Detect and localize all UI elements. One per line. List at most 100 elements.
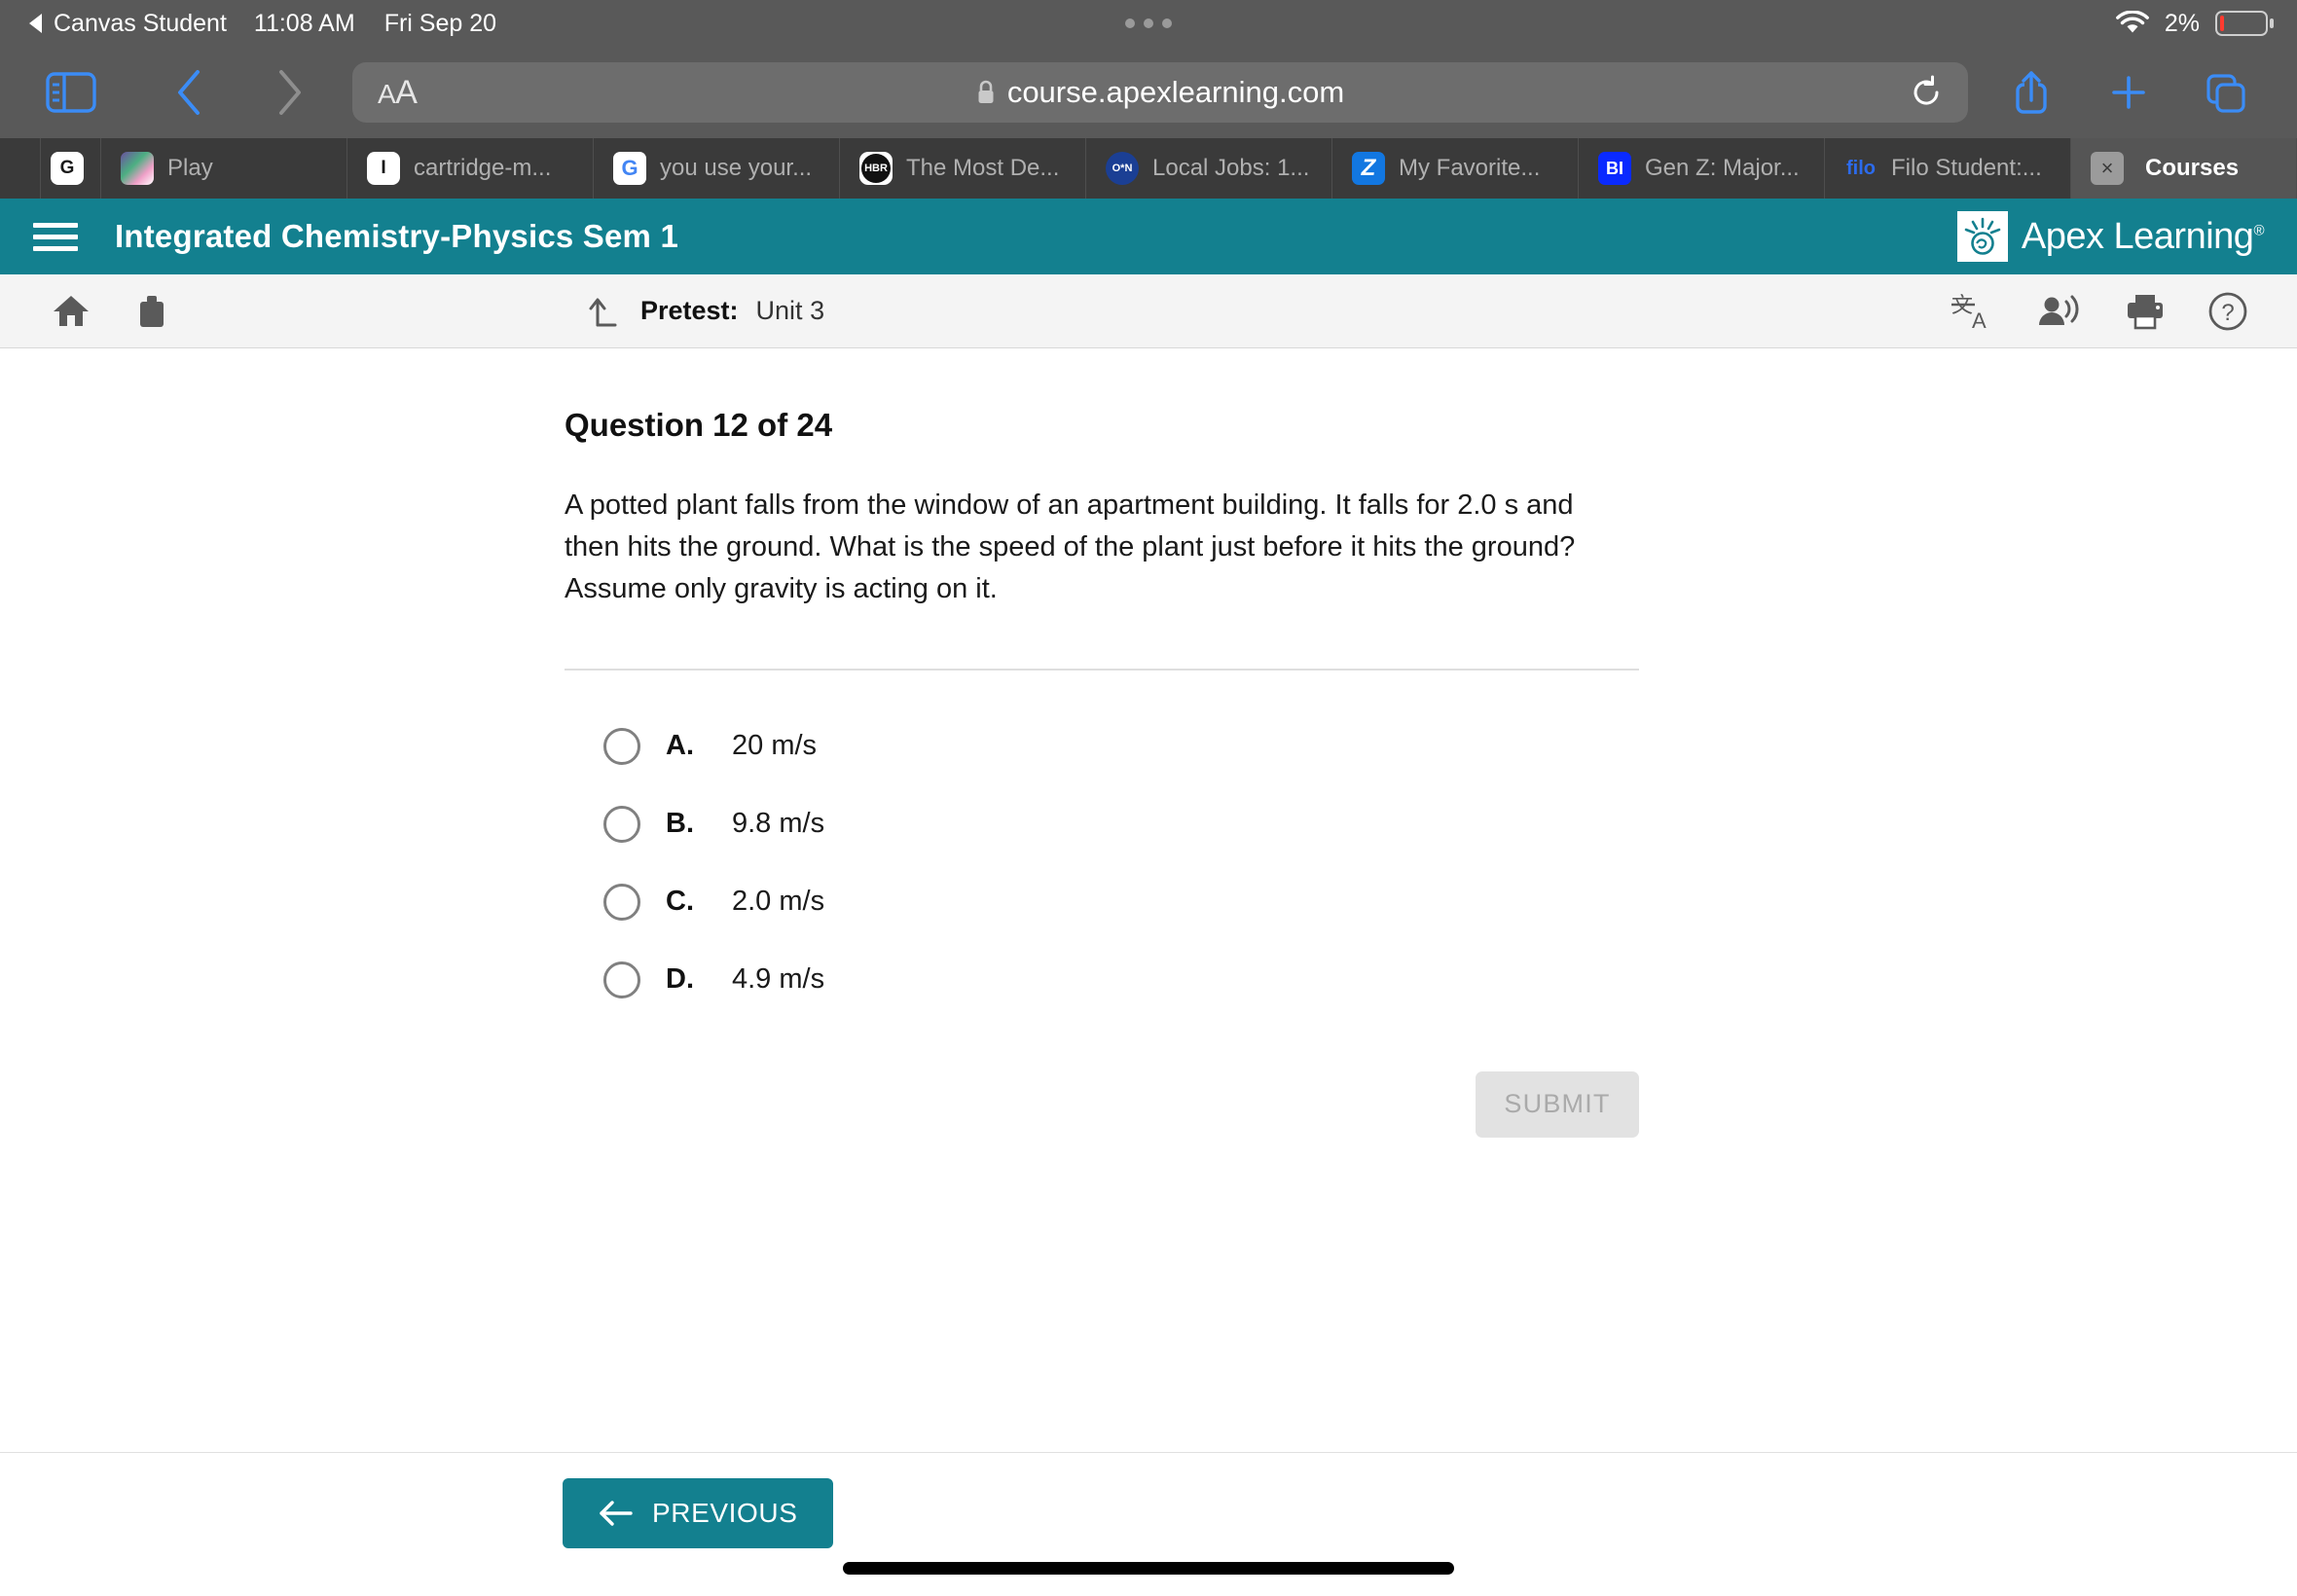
svg-text:A: A (1972, 308, 1987, 332)
print-icon[interactable] (2124, 292, 2167, 331)
browser-tab[interactable]: BI Gen Z: Major... (1579, 138, 1825, 199)
page-title: Integrated Chemistry-Physics Sem 1 (115, 218, 679, 254)
previous-button-label: PREVIOUS (652, 1498, 798, 1528)
onet-icon: O*N (1106, 152, 1139, 185)
question-content-area: Question 12 of 24 A potted plant falls f… (0, 348, 2297, 1452)
breadcrumb: Pretest: Unit 3 (588, 292, 824, 331)
answer-option-b[interactable]: B. 9.8 m/s (603, 799, 1639, 850)
option-text: 9.8 m/s (732, 808, 825, 840)
question-heading: Question 12 of 24 (565, 407, 833, 443)
close-icon[interactable]: × (2091, 152, 2124, 185)
apex-logo-text: Apex Learning® (2021, 215, 2265, 257)
browser-tab[interactable]: Z My Favorite... (1332, 138, 1579, 199)
read-aloud-icon[interactable] (2036, 292, 2083, 331)
browser-tab[interactable]: O*N Local Jobs: 1... (1086, 138, 1332, 199)
previous-button[interactable]: PREVIOUS (563, 1478, 833, 1548)
option-letter: C. (666, 886, 694, 918)
option-text: 2.0 m/s (732, 886, 825, 918)
translate-icon[interactable]: 文 A (1951, 291, 1995, 332)
back-to-app-icon[interactable] (29, 14, 42, 33)
submit-row: SUBMIT (565, 1070, 1639, 1138)
play-icon (121, 152, 154, 185)
browser-tab-title: Filo Student:... (1891, 155, 2042, 181)
course-toolbar-right: 文 A ? (1951, 291, 2268, 332)
browser-forward-button (247, 57, 331, 127)
arrow-left-icon (598, 1500, 635, 1527)
svg-text:文: 文 (1951, 294, 1973, 318)
safari-toolbar: AA course.apexlearning.com (0, 47, 2297, 138)
option-text: 20 m/s (732, 730, 818, 762)
filo-icon: filo (1846, 157, 1876, 179)
browser-tab-title: you use your... (660, 155, 813, 181)
browser-tab-title: Courses (2145, 155, 2240, 181)
zillow-icon: Z (1352, 152, 1385, 185)
navigation-footer: PREVIOUS (0, 1452, 2297, 1596)
home-icon[interactable] (51, 293, 91, 330)
breadcrumb-label: Pretest: (640, 296, 739, 325)
status-bar-date: Fri Sep 20 (383, 9, 497, 37)
text-size-button[interactable]: AA (378, 74, 418, 112)
browser-tab-active[interactable]: × Courses (2071, 138, 2297, 199)
option-letter: A. (666, 730, 694, 762)
radio-button[interactable] (603, 805, 640, 843)
wifi-icon (2115, 11, 2149, 36)
browser-tab-title: My Favorite... (1399, 155, 1541, 181)
browser-tab[interactable]: Play (101, 138, 347, 199)
url-text: course.apexlearning.com (1006, 75, 1345, 109)
browser-tab-title: Local Jobs: 1... (1152, 155, 1310, 181)
question-divider (565, 668, 1639, 671)
tabs-overview-button[interactable] (2184, 57, 2268, 127)
status-bar-time: 11:08 AM (253, 9, 355, 37)
browser-tab-title: Play (167, 155, 213, 181)
reload-icon[interactable] (1910, 75, 1943, 110)
google-icon: G (613, 152, 646, 185)
share-button[interactable] (1989, 57, 2073, 127)
browser-tab[interactable]: I cartridge-m... (347, 138, 594, 199)
status-bar-right: 2% (2115, 9, 2268, 38)
browser-tab[interactable]: G you use your... (594, 138, 840, 199)
sidebar-toggle-icon[interactable] (29, 57, 113, 127)
radio-button[interactable] (603, 883, 640, 921)
option-text: 4.9 m/s (732, 963, 825, 996)
battery-low-icon (2215, 11, 2268, 36)
new-tab-button[interactable] (2087, 57, 2170, 127)
submit-button[interactable]: SUBMIT (1476, 1070, 1639, 1138)
briefcase-icon[interactable] (132, 293, 171, 330)
answer-option-d[interactable]: D. 4.9 m/s (603, 955, 1639, 1005)
up-level-arrow-icon[interactable] (588, 292, 623, 331)
help-icon[interactable]: ? (2207, 291, 2248, 332)
apex-sunburst-icon (1956, 211, 2008, 262)
address-bar[interactable]: AA course.apexlearning.com (352, 62, 1968, 123)
lock-icon (976, 80, 996, 105)
option-letter: B. (666, 808, 694, 840)
business-insider-icon: BI (1598, 152, 1631, 185)
hbr-icon: HBR (859, 152, 893, 185)
course-toolbar: Pretest: Unit 3 文 A ? (0, 274, 2297, 348)
g-icon: G (51, 152, 84, 185)
browser-tab-bar: G Play I cartridge-m... G you use your..… (0, 138, 2297, 199)
browser-tab[interactable]: filo Filo Student:... (1825, 138, 2071, 199)
back-to-app-label[interactable]: Canvas Student (54, 10, 227, 38)
radio-button[interactable] (603, 727, 640, 765)
svg-text:?: ? (2221, 300, 2234, 326)
multitasking-dots-icon[interactable] (1125, 18, 1172, 28)
battery-percent-label: 2% (2164, 9, 2200, 37)
ios-home-indicator[interactable] (843, 1562, 1454, 1575)
browser-tab-title: Gen Z: Major... (1645, 155, 1800, 181)
radio-button[interactable] (603, 961, 640, 998)
hamburger-menu-icon[interactable] (33, 222, 78, 251)
option-letter: D. (666, 963, 694, 996)
question-block: Question 12 of 24 A potted plant falls f… (565, 348, 1639, 1005)
browser-tab-title: cartridge-m... (414, 155, 552, 181)
answer-option-a[interactable]: A. 20 m/s (603, 721, 1639, 772)
browser-tab[interactable]: HBR The Most De... (840, 138, 1086, 199)
browser-back-button[interactable] (148, 57, 232, 127)
question-text: A potted plant falls from the window of … (565, 490, 1576, 604)
app-header: Integrated Chemistry-Physics Sem 1 Apex … (0, 199, 2297, 274)
browser-tab[interactable] (0, 138, 41, 199)
ios-status-bar: Canvas Student 11:08 AM Fri Sep 20 2% (0, 0, 2297, 47)
browser-tab[interactable]: G (41, 138, 101, 199)
answer-option-c[interactable]: C. 2.0 m/s (603, 877, 1639, 927)
course-toolbar-left (29, 293, 171, 330)
browser-tab-title: The Most De... (906, 155, 1060, 181)
